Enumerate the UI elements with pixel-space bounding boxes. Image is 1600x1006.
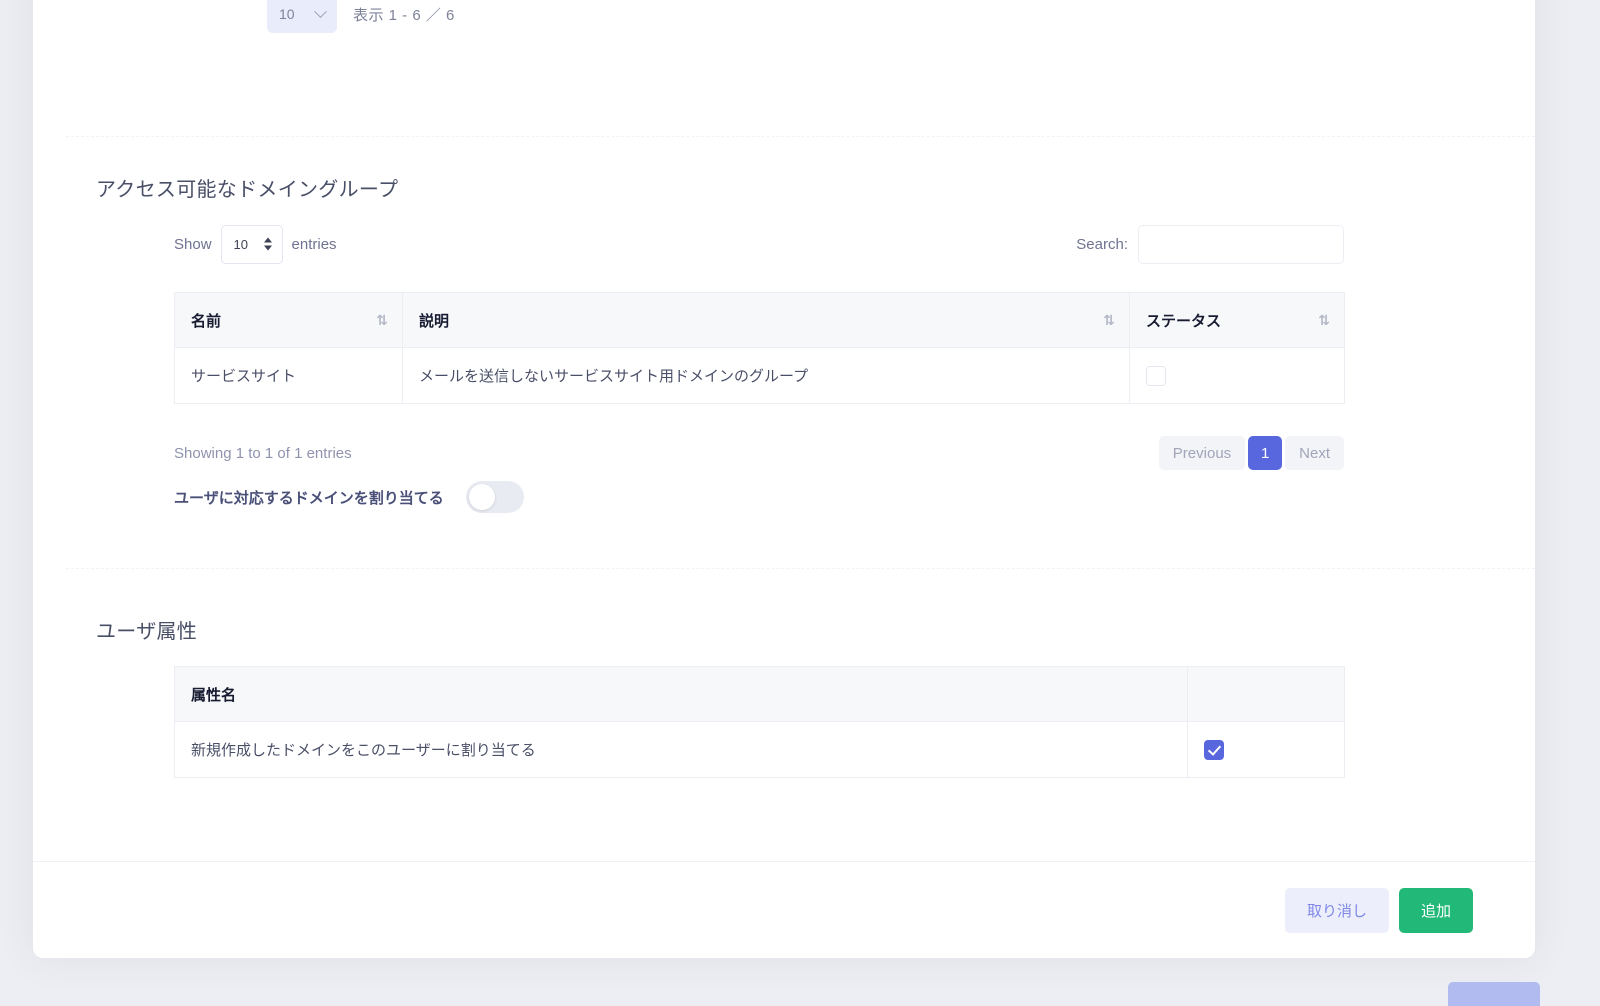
attribute-checkbox[interactable]	[1204, 740, 1224, 760]
domain-list-page-size-value: 10	[279, 6, 295, 22]
search-input[interactable]	[1138, 225, 1344, 264]
group-description-cell: メールを送信しないサービスサイト用ドメインのグループ	[403, 348, 1130, 404]
pagination-page-1-button[interactable]: 1	[1248, 436, 1282, 470]
domain-group-datatable: Show 10 entries Search:	[174, 224, 1344, 470]
datatable-controls: Show 10 entries Search:	[174, 224, 1344, 264]
datatable-length-control: Show 10 entries	[174, 225, 337, 264]
sort-updown-icon: ⇅	[1318, 313, 1330, 327]
table-row[interactable]: 新規作成したドメインをこのユーザーに割り当てる	[175, 722, 1345, 778]
cancel-button[interactable]: 取り消し	[1285, 888, 1389, 933]
table-header-row: 属性名	[175, 667, 1345, 722]
chevron-down-icon	[314, 5, 327, 18]
assign-domain-switch-row: ユーザに対応するドメインを割り当てる	[174, 481, 524, 513]
datatable-pagination: Previous 1 Next	[1159, 436, 1344, 470]
datatable-search-control: Search:	[1076, 225, 1344, 264]
section-divider-1	[66, 136, 1535, 137]
group-status-checkbox[interactable]	[1146, 366, 1166, 386]
column-header-description[interactable]: 説明 ⇅	[403, 293, 1130, 348]
assign-domain-toggle[interactable]	[466, 481, 524, 513]
domain-list-pager: 10 表示 1 - 6 ／ 6	[267, 0, 455, 33]
show-label: Show	[174, 236, 212, 253]
column-header-name[interactable]: 名前 ⇅	[175, 293, 403, 348]
user-attributes-block: 属性名 新規作成したドメインをこのユーザーに割り当てる	[174, 666, 1344, 778]
group-status-cell	[1130, 348, 1345, 404]
modal-footer: 取り消し 追加	[33, 861, 1535, 958]
pagination-next-button[interactable]: Next	[1285, 436, 1344, 470]
attribute-name-cell: 新規作成したドメインをこのユーザーに割り当てる	[175, 722, 1188, 778]
search-label: Search:	[1076, 236, 1128, 253]
toggle-knob	[469, 484, 495, 510]
add-user-modal: spelldata.com 10 表示 1 - 6 ／ 6 アクセス可能なドメイ	[33, 0, 1535, 958]
entries-per-page-select[interactable]: 10	[221, 225, 283, 264]
attribute-value-cell	[1188, 722, 1345, 778]
domain-list-page-size-select[interactable]: 10	[267, 0, 337, 33]
datatable-info: Showing 1 to 1 of 1 entries	[174, 445, 352, 462]
domain-list-range-text: 表示 1 - 6 ／ 6	[353, 4, 455, 25]
user-attributes-table: 属性名 新規作成したドメインをこのユーザーに割り当てる	[174, 666, 1345, 778]
add-button[interactable]: 追加	[1399, 888, 1473, 933]
domain-group-table: 名前 ⇅ 説明 ⇅ ステータス ⇅	[174, 292, 1345, 404]
column-header-attribute-name: 属性名	[175, 667, 1188, 722]
section-divider-2	[66, 568, 1535, 569]
assign-domain-switch-label: ユーザに対応するドメインを割り当てる	[174, 487, 444, 508]
column-header-attribute-value	[1188, 667, 1345, 722]
sort-updown-icon: ⇅	[376, 313, 388, 327]
datatable-footer: Showing 1 to 1 of 1 entries Previous 1 N…	[174, 436, 1344, 470]
domain-group-section-title: アクセス可能なドメイングループ	[96, 173, 398, 202]
table-header-row: 名前 ⇅ 説明 ⇅ ステータス ⇅	[175, 293, 1345, 348]
background-page-chip	[1448, 982, 1540, 1006]
entries-label: entries	[292, 236, 337, 253]
group-name-cell: サービスサイト	[175, 348, 403, 404]
user-attributes-section-title: ユーザ属性	[96, 615, 197, 644]
table-row[interactable]: サービスサイト メールを送信しないサービスサイト用ドメインのグループ	[175, 348, 1345, 404]
column-header-status[interactable]: ステータス ⇅	[1130, 293, 1345, 348]
pagination-previous-button[interactable]: Previous	[1159, 436, 1245, 470]
sort-updown-icon: ⇅	[1103, 313, 1115, 327]
modal-body: spelldata.com 10 表示 1 - 6 ／ 6 アクセス可能なドメイ	[33, 0, 1535, 861]
